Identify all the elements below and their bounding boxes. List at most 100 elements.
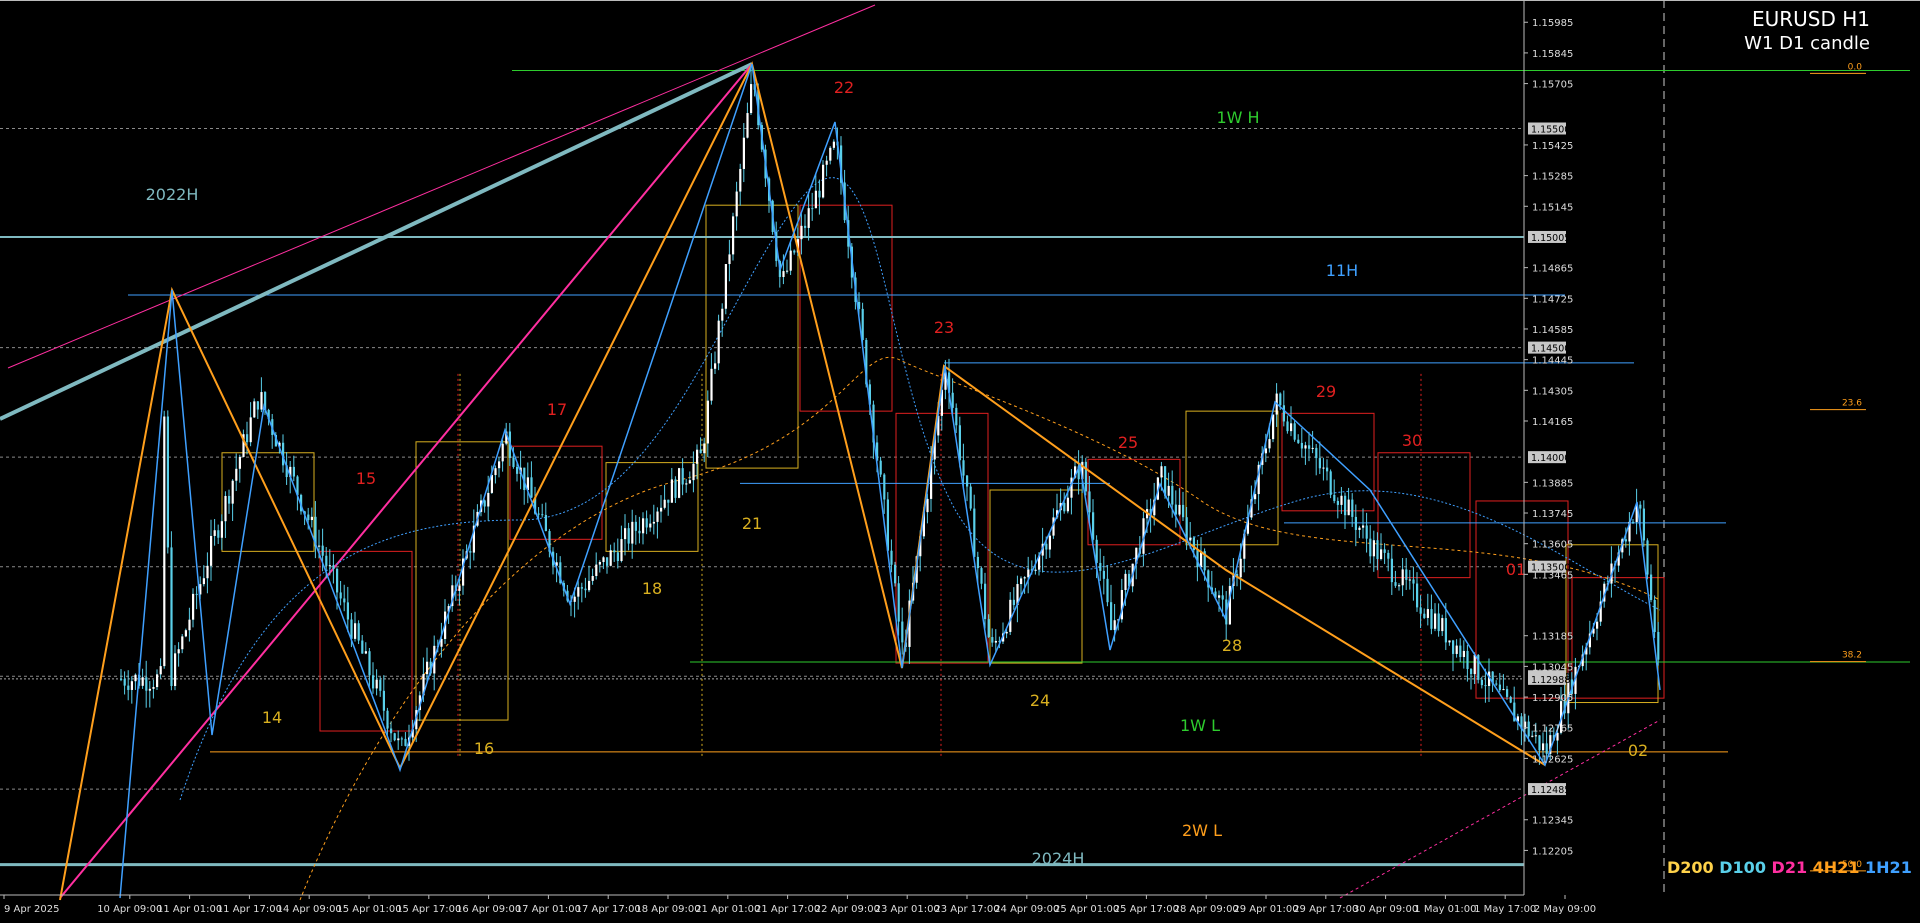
candle-body-56 <box>321 545 324 556</box>
candle-body-62 <box>343 598 346 603</box>
price-tick-label-0: 1.15985 <box>1532 18 1573 29</box>
candle-body-324 <box>1286 421 1289 432</box>
candle-body-292 <box>1171 485 1174 505</box>
candle-body-426 <box>1653 599 1656 633</box>
candle-body-173 <box>742 137 745 169</box>
candle-body-55 <box>318 545 321 547</box>
candle-body-78 <box>400 738 403 740</box>
candle-body-276 <box>1113 620 1116 630</box>
price-marker-label-1: 1.15005 <box>1531 233 1570 244</box>
candle-body-367 <box>1441 618 1444 632</box>
day-label-29: 29 <box>1316 382 1336 401</box>
candle-body-350 <box>1380 549 1383 559</box>
candle-body-420 <box>1632 521 1635 523</box>
time-tick-label-22: 30 Apr 09:00 <box>1353 904 1418 915</box>
candle-body-105 <box>498 461 501 469</box>
trend-line-magenta-upper <box>7 4 876 369</box>
ma-legend-d100: D100 <box>1719 858 1766 877</box>
candle-body-217 <box>901 621 904 643</box>
time-tick-label-9: 17 Apr 17:00 <box>576 904 641 915</box>
candle-body-77 <box>397 738 400 741</box>
candle-body-339 <box>1340 495 1343 505</box>
candle-body-21 <box>195 593 198 595</box>
candle-body-163 <box>706 400 709 444</box>
day-label-14: 14 <box>262 708 282 727</box>
candle-body-37 <box>253 401 256 418</box>
candle-body-215 <box>894 564 897 584</box>
candle-body-67 <box>361 640 364 654</box>
candle-body-216 <box>897 583 900 622</box>
candle-body-214 <box>890 550 893 565</box>
candle-body-79 <box>404 738 407 746</box>
candle-body-143 <box>634 521 637 531</box>
price-tick-label-22: 1.12205 <box>1532 846 1573 857</box>
candle-body-65 <box>354 623 357 639</box>
time-tick-label-19: 28 Apr 09:00 <box>1174 904 1239 915</box>
candle-body-0 <box>120 678 123 680</box>
price-chart[interactable]: 2022H 1W H 11H 1W L 2W L 2024H 14 15 16 17 18 21 22 2… <box>0 0 1920 923</box>
candle-body-114 <box>530 477 533 498</box>
candle-body-36 <box>249 417 252 443</box>
candle-body-347 <box>1369 538 1372 557</box>
candle-body-117 <box>541 514 544 516</box>
level-label-1w-h: 1W H <box>1216 108 1259 127</box>
fib-label-1: 23.6 <box>1842 399 1862 409</box>
candle-body-231 <box>951 392 954 408</box>
candle-body-382 <box>1495 683 1498 685</box>
candle-body-134 <box>602 557 605 563</box>
time-tick-label-8: 17 Apr 01:00 <box>516 904 581 915</box>
candle-body-60 <box>336 568 339 593</box>
candle-body-130 <box>588 580 591 591</box>
candle-body-6 <box>141 677 144 686</box>
candle-body-126 <box>573 596 576 602</box>
trend-line-magenta-dotted <box>1339 719 1661 899</box>
candle-body-15 <box>174 653 177 687</box>
price-tick-label-1: 1.15845 <box>1532 49 1573 60</box>
candle-body-38 <box>256 401 259 410</box>
price-tick-label-11: 1.14165 <box>1532 417 1573 428</box>
candle-body-320 <box>1272 414 1275 440</box>
candle-body-157 <box>685 483 688 485</box>
time-tick-label-16: 24 Apr 09:00 <box>994 904 1059 915</box>
symbol-label: EURUSD H1 <box>1751 7 1870 31</box>
candle-body-270 <box>1092 512 1095 540</box>
candle-body-149 <box>656 511 659 522</box>
candle-body-242 <box>991 637 994 643</box>
candle-body-162 <box>703 443 706 454</box>
candle-body-137 <box>613 550 616 553</box>
candle-body-294 <box>1178 504 1181 515</box>
candle-body-212 <box>883 474 886 500</box>
candle-body-168 <box>724 264 727 309</box>
candle-body-359 <box>1412 579 1415 584</box>
time-tick-label-12: 21 Apr 17:00 <box>755 904 820 915</box>
candle-body-110 <box>516 466 519 474</box>
candle-body-18 <box>184 630 187 637</box>
candle-body-370 <box>1452 640 1455 654</box>
candle-body-64 <box>350 619 353 639</box>
candle-body-211 <box>879 460 882 475</box>
candle-body-150 <box>660 507 663 512</box>
price-tick-label-7: 1.14725 <box>1532 294 1573 305</box>
candle-body-289 <box>1160 466 1163 478</box>
candle-body-346 <box>1365 525 1368 539</box>
candle-body-189 <box>800 225 803 240</box>
candle-body-246 <box>1005 631 1008 634</box>
candle-body-423 <box>1642 508 1645 541</box>
candle-body-135 <box>606 557 609 566</box>
candle-body-140 <box>624 528 627 540</box>
candle-body-24 <box>206 565 209 579</box>
candle-body-35 <box>246 434 249 443</box>
candle-body-305 <box>1218 595 1221 598</box>
price-marker-label-0: 1.15500 <box>1531 125 1570 136</box>
candle-body-94 <box>458 585 461 591</box>
candle-body-3 <box>130 681 133 690</box>
time-tick-label-11: 21 Apr 01:00 <box>695 904 760 915</box>
candle-body-53 <box>310 516 313 521</box>
fib-label-2: 38.2 <box>1842 651 1862 661</box>
price-tick-label-13: 1.13745 <box>1532 509 1573 520</box>
price-tick-label-6: 1.14865 <box>1532 264 1573 275</box>
candle-body-422 <box>1639 504 1642 509</box>
candle-body-363 <box>1426 609 1429 618</box>
candle-body-273 <box>1102 570 1105 579</box>
candle-body-351 <box>1383 549 1386 553</box>
